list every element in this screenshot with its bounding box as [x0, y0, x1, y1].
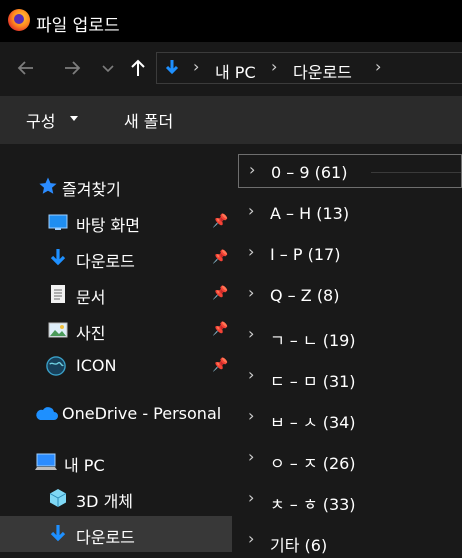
sidebar-item-label: ICON: [76, 356, 117, 375]
group-header[interactable]: › 기타 (6): [238, 524, 462, 558]
chevron-right-icon: ›: [248, 406, 255, 425]
sidebar-item-icon-folder[interactable]: ICON 📌: [0, 348, 232, 384]
chevron-right-icon: ›: [248, 447, 255, 466]
chevron-down-icon: [102, 65, 114, 73]
group-header[interactable]: › A – H (13): [238, 196, 462, 230]
desktop-icon: [48, 214, 68, 230]
sidebar-item-label: 내 PC: [64, 456, 105, 475]
sidebar-item-downloads[interactable]: 다운로드 📌: [0, 240, 232, 276]
breadcrumb-chevron-icon: ›: [271, 57, 278, 76]
cloud-icon: [36, 407, 58, 420]
title-bar: 파일 업로드: [0, 0, 462, 42]
group-label: ㅊ – ㅎ (33): [270, 495, 356, 514]
group-label: Q – Z (8): [270, 286, 340, 305]
picture-icon: [48, 322, 68, 338]
sidebar-item-label: 다운로드: [76, 252, 135, 271]
sidebar-item-label: 다운로드: [76, 528, 135, 547]
group-label: ㅂ – ㅅ (34): [270, 413, 356, 432]
group-header[interactable]: › Q – Z (8): [238, 278, 462, 312]
new-folder-button[interactable]: 새 폴더: [124, 108, 173, 132]
chevron-right-icon: ›: [248, 529, 255, 548]
arrow-right-icon: [65, 61, 81, 75]
group-header[interactable]: › ㅊ – ㅎ (33): [238, 483, 462, 517]
chevron-right-icon: ›: [248, 201, 255, 220]
sidebar-item-3d-objects[interactable]: 3D 개체: [0, 480, 232, 516]
breadcrumb-downloads[interactable]: 다운로드: [293, 59, 352, 83]
group-label: 기타 (6): [270, 536, 328, 555]
globe-icon: [46, 356, 66, 376]
sidebar-item-this-pc[interactable]: 내 PC: [0, 444, 232, 480]
arrow-left-icon: [17, 61, 33, 75]
pin-icon: 📌: [212, 286, 229, 301]
document-icon: [51, 285, 65, 303]
sidebar-item-label: 3D 개체: [76, 492, 134, 511]
pin-icon: 📌: [212, 322, 229, 337]
navigation-pane: 즐겨찾기 바탕 화면 📌 다운로드 📌 문서 📌 사진 📌 ICON 📌 One…: [0, 144, 232, 552]
download-arrow-icon: [50, 249, 66, 266]
group-label: ㄱ – ㄴ (19): [270, 331, 356, 350]
arrow-up-icon: [131, 59, 145, 76]
sidebar-item-desktop[interactable]: 바탕 화면 📌: [0, 204, 232, 240]
pin-icon: 📌: [212, 214, 229, 229]
navigation-bar: › 내 PC › 다운로드 ›: [0, 42, 462, 96]
caret-down-icon: [70, 116, 78, 121]
forward-button[interactable]: [58, 54, 86, 82]
chevron-right-icon: ›: [248, 488, 255, 507]
chevron-right-icon: ›: [248, 324, 255, 343]
recent-locations-button[interactable]: [94, 54, 122, 82]
back-button[interactable]: [12, 54, 40, 82]
chevron-right-icon: ›: [248, 242, 255, 261]
group-header[interactable]: › ㅂ – ㅅ (34): [238, 401, 462, 435]
chevron-right-icon: ›: [248, 283, 255, 302]
file-list: › 0 – 9 (61) › A – H (13) › I – P (17) ›…: [238, 144, 462, 555]
sidebar-item-pictures[interactable]: 사진 📌: [0, 312, 232, 348]
group-divider: [371, 172, 461, 173]
pin-icon: 📌: [212, 358, 229, 373]
group-label: 0 – 9 (61): [271, 163, 348, 182]
computer-icon: [35, 453, 57, 470]
window-title: 파일 업로드: [36, 16, 120, 36]
group-label: I – P (17): [270, 245, 341, 264]
sidebar-item-quick-access[interactable]: 즐겨찾기: [0, 168, 232, 204]
star-icon: [39, 177, 57, 194]
group-label: ㅇ – ㅈ (26): [270, 454, 356, 473]
up-button[interactable]: [124, 54, 152, 82]
group-header[interactable]: › I – P (17): [238, 237, 462, 271]
chevron-right-icon: ›: [249, 160, 256, 179]
sidebar-item-label: OneDrive - Personal: [62, 404, 222, 423]
group-header[interactable]: › ㄷ – ㅁ (31): [238, 360, 462, 394]
breadcrumb-chevron-icon: ›: [193, 57, 200, 76]
download-arrow-icon: [50, 525, 66, 542]
download-arrow-icon: [165, 60, 179, 75]
address-bar[interactable]: › 내 PC › 다운로드 ›: [156, 52, 462, 84]
cube-icon: [49, 489, 67, 507]
group-label: A – H (13): [270, 204, 350, 223]
group-header[interactable]: › ㅇ – ㅈ (26): [238, 442, 462, 476]
pin-icon: 📌: [212, 250, 229, 265]
sidebar-item-label: 문서: [76, 288, 106, 307]
group-label: ㄷ – ㅁ (31): [270, 372, 356, 391]
sidebar-item-label: 사진: [76, 324, 106, 343]
firefox-icon: [8, 9, 30, 31]
sidebar-item-documents[interactable]: 문서 📌: [0, 276, 232, 312]
command-bar: 구성 새 폴더: [0, 96, 462, 144]
sidebar-item-label: 즐겨찾기: [62, 180, 121, 199]
chevron-right-icon: ›: [248, 365, 255, 384]
organize-button[interactable]: 구성: [26, 108, 55, 132]
group-header[interactable]: › ㄱ – ㄴ (19): [238, 319, 462, 353]
sidebar-item-label: 바탕 화면: [76, 216, 140, 235]
sidebar-item-onedrive[interactable]: OneDrive - Personal: [0, 396, 232, 432]
sidebar-item-downloads-selected[interactable]: 다운로드: [0, 516, 232, 552]
breadcrumb-chevron-icon: ›: [375, 57, 382, 76]
breadcrumb-this-pc[interactable]: 내 PC: [215, 59, 256, 83]
group-header[interactable]: › 0 – 9 (61): [238, 154, 462, 188]
